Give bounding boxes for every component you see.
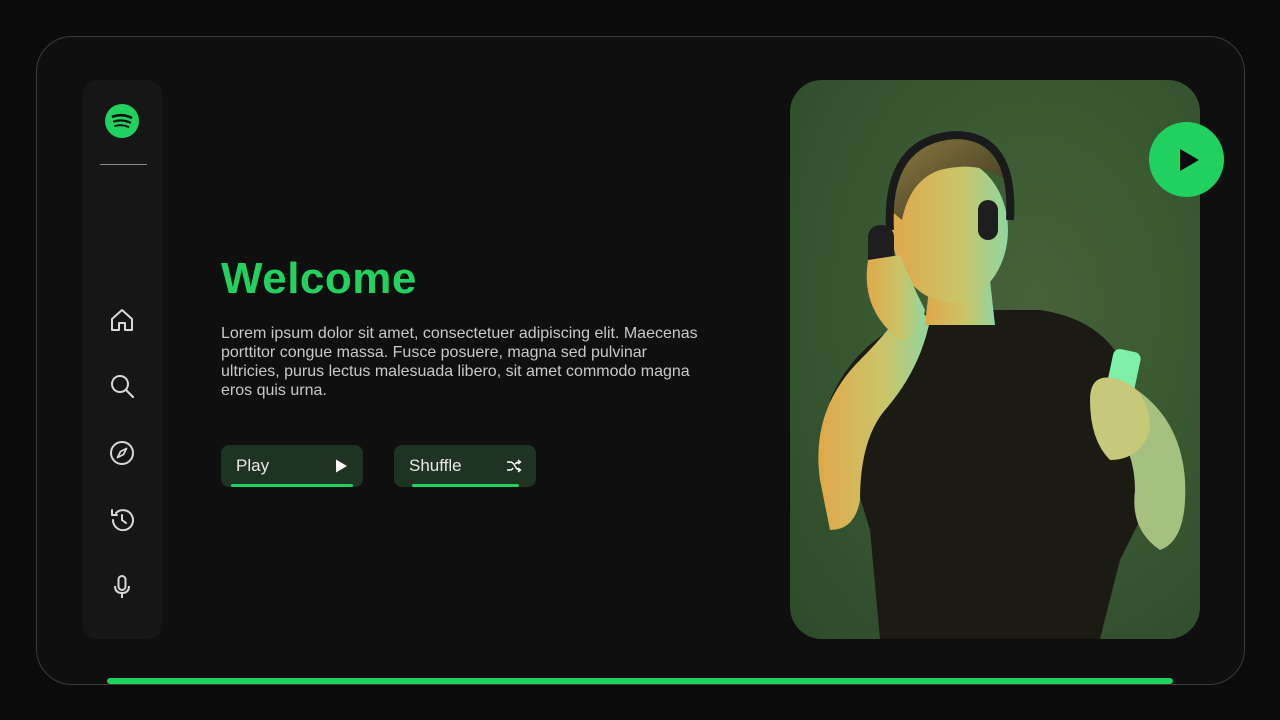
sidebar-item-history[interactable] [106, 504, 138, 536]
hero-description: Lorem ipsum dolor sit amet, consectetuer… [221, 325, 698, 399]
sidebar-item-voice[interactable] [106, 571, 138, 603]
play-button-underline [231, 484, 353, 487]
shuffle-button-label: Shuffle [409, 456, 462, 475]
shuffle-button-underline [412, 484, 519, 487]
play-button[interactable]: Play [221, 445, 363, 487]
search-icon [111, 375, 135, 399]
progress-bar [107, 678, 1173, 684]
hero-photo [790, 80, 1200, 639]
spotify-logo-icon[interactable] [105, 104, 139, 138]
play-icon [1179, 148, 1199, 171]
shuffle-button[interactable]: Shuffle [394, 445, 536, 487]
page-title: Welcome [221, 254, 417, 303]
home-icon [111, 309, 133, 331]
play-icon [336, 459, 347, 473]
history-icon [111, 509, 134, 532]
sidebar-divider [100, 164, 147, 165]
shuffle-icon [507, 459, 522, 473]
sidebar-item-home[interactable] [106, 304, 138, 336]
sidebar-item-explore[interactable] [106, 437, 138, 469]
sidebar [82, 80, 162, 639]
play-fab-button[interactable] [1149, 122, 1224, 197]
play-button-label: Play [236, 456, 270, 475]
microphone-icon [114, 575, 130, 598]
compass-icon [110, 441, 134, 465]
sidebar-item-search[interactable] [106, 370, 138, 402]
person-with-headphones-illustration [818, 130, 1186, 639]
